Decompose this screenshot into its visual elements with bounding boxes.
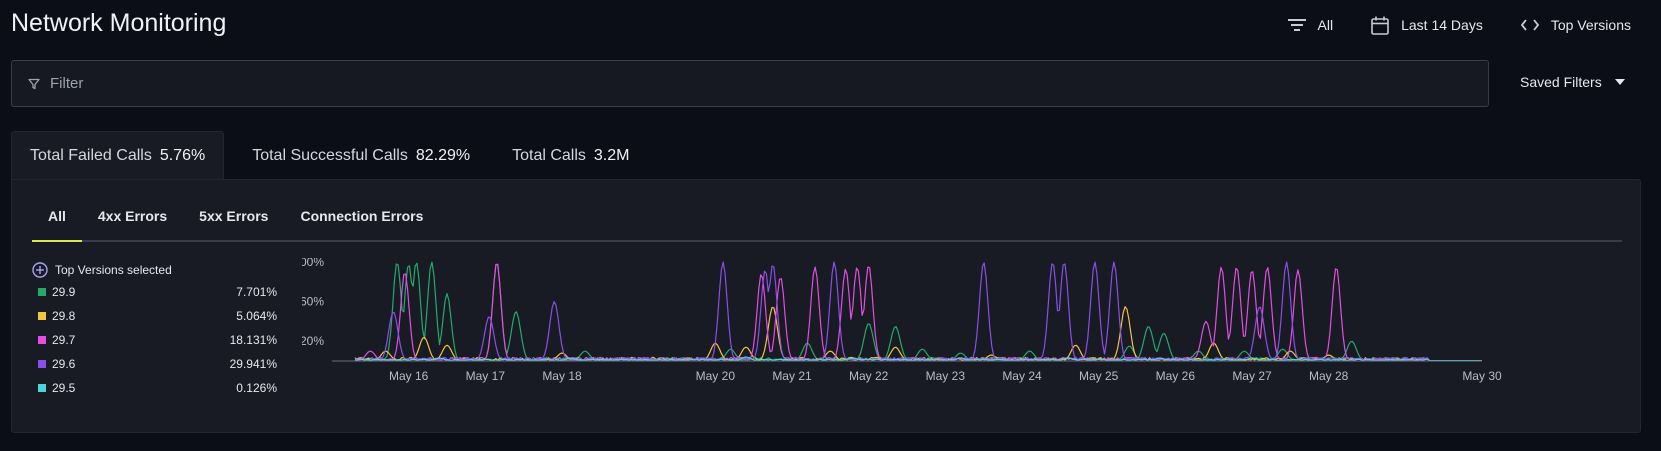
legend-header-label: Top Versions selected [55,263,172,277]
legend-item[interactable]: 29.6 29.941% [32,352,277,376]
filter-lines-icon [1287,19,1306,31]
x-tick-label: May 28 [1309,369,1349,383]
x-tick-label: May 16 [389,369,429,383]
legend-item[interactable]: 29.9 7.701% [32,280,277,304]
caret-down-icon [1614,79,1625,85]
code-icon [1520,19,1539,31]
filter-input[interactable] [50,75,1450,92]
y-tick-label: 100% [302,258,324,269]
legend-version-percent: 18.131% [229,333,277,347]
filter-all-button[interactable]: All [1287,12,1334,38]
page-title: Network Monitoring [11,9,227,37]
tab-5xx-errors[interactable]: 5xx Errors [183,198,284,242]
filter-field[interactable] [11,60,1489,107]
stat-label: Total Successful Calls [252,146,408,164]
legend-version-name: 29.7 [52,333,76,347]
stat-tabs: Total Failed Calls 5.76% Total Successfu… [11,131,647,180]
top-versions-button[interactable]: Top Versions [1520,12,1631,38]
date-range-label: Last 14 Days [1401,17,1483,33]
x-tick-label: May 30 [1462,369,1502,383]
filter-all-label: All [1317,17,1334,33]
saved-filters-dropdown[interactable]: Saved Filters [1520,74,1626,90]
tab-4xx-errors[interactable]: 4xx Errors [82,198,183,242]
stat-tab-successful-calls[interactable]: Total Successful Calls 82.29% [234,131,488,180]
legend-swatch [38,360,46,368]
top-versions-label: Top Versions [1550,17,1631,33]
legend-swatch [38,336,46,344]
legend-item[interactable]: 29.8 5.064% [32,304,277,328]
x-tick-label: May 24 [1002,369,1042,383]
stat-label: Total Calls [512,146,586,164]
x-tick-label: May 22 [849,369,889,383]
x-tick-label: May 18 [542,369,582,383]
legend-swatch [38,312,46,320]
x-tick-label: May 21 [772,369,812,383]
y-tick-label: 60% [302,295,324,309]
versions-legend: Top Versions selected 29.9 7.701% 29.8 5.06… [32,260,277,400]
tab-all[interactable]: All [32,198,82,242]
stat-value: 3.2M [593,146,630,164]
stat-value: 82.29% [415,146,471,164]
error-rate-line-chart: 100% 60% 20% May 16 May 17 May 18 May 20 May 21… [302,258,1502,383]
x-tick-label: May 25 [1079,369,1119,383]
x-tick-label: May 27 [1232,369,1272,383]
legend-version-name: 29.6 [52,357,76,371]
chart-panel: All 4xx Errors 5xx Errors Connection Err… [11,179,1641,433]
legend-version-name: 29.5 [52,381,76,395]
legend-version-percent: 7.701% [236,285,277,299]
add-circle-icon [32,262,48,278]
legend-item[interactable]: 29.7 18.131% [32,328,277,352]
header-actions: All Last 14 Days Top Versions [1250,12,1631,38]
legend-version-percent: 0.126% [236,381,277,395]
legend-swatch [38,288,46,296]
funnel-icon [28,78,40,89]
series-line-29-9 [354,261,1482,362]
date-range-button[interactable]: Last 14 Days [1371,12,1483,38]
legend-swatch [38,384,46,392]
x-tick-label: May 17 [466,369,506,383]
legend-version-name: 29.8 [52,309,76,323]
saved-filters-label: Saved Filters [1520,74,1602,90]
stat-label: Total Failed Calls [30,147,152,164]
legend-version-name: 29.9 [52,285,76,299]
stat-tab-failed-calls[interactable]: Total Failed Calls 5.76% [11,131,225,180]
x-tick-label: May 20 [696,369,736,383]
top-versions-selector[interactable]: Top Versions selected [32,260,277,280]
series-line-29-6 [354,261,1482,362]
x-tick-label: May 23 [926,369,966,383]
y-tick-label: 20% [302,334,324,348]
legend-item[interactable]: 29.5 0.126% [32,376,277,400]
error-type-tabs: All 4xx Errors 5xx Errors Connection Err… [32,198,1622,242]
tab-connection-errors[interactable]: Connection Errors [284,198,439,242]
legend-version-percent: 29.941% [229,357,277,371]
stat-value: 5.76% [159,147,206,164]
series-line-29-7 [354,263,1482,362]
stat-tab-total-calls[interactable]: Total Calls 3.2M [494,131,647,180]
legend-version-percent: 5.064% [236,309,277,323]
calendar-icon [1371,16,1389,35]
x-tick-label: May 26 [1156,369,1196,383]
